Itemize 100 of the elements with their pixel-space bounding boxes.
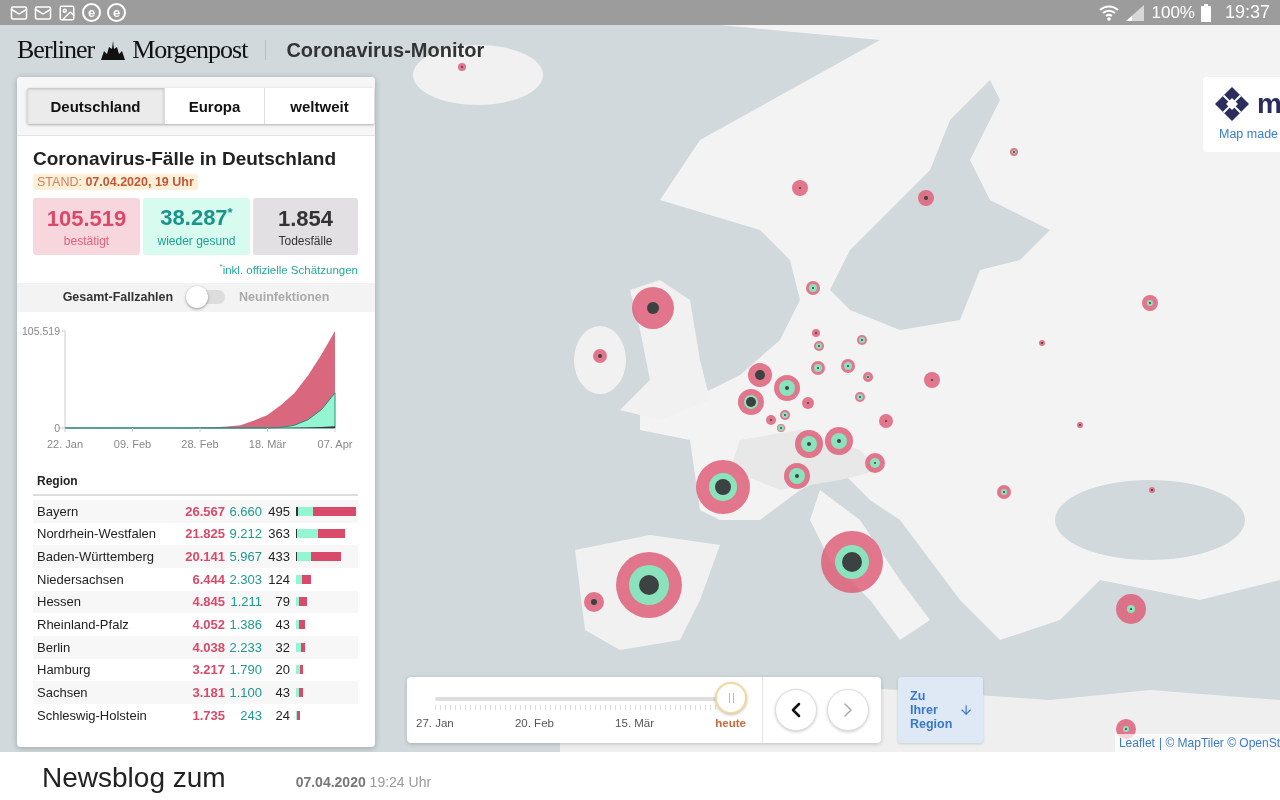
case-marker[interactable] xyxy=(802,397,814,409)
previous-button[interactable] xyxy=(775,689,817,731)
case-bar xyxy=(296,552,342,562)
table-cell-text: Baden-Württemberg xyxy=(36,549,156,565)
table-row[interactable]: Berlin 4.038 2.233 32 xyxy=(33,635,358,659)
axis-label: 18. Mär xyxy=(248,437,287,450)
page-title: Coronavirus-Monitor xyxy=(286,38,485,62)
table-cell-text: 43 xyxy=(274,617,290,633)
case-marker[interactable] xyxy=(814,341,824,351)
table-cell-text: Hessen xyxy=(36,594,83,610)
case-marker[interactable] xyxy=(792,180,808,196)
stat-label: wieder gesund xyxy=(157,233,236,248)
case-marker[interactable] xyxy=(780,410,790,420)
table-cell-text: Bayern xyxy=(36,503,80,519)
case-marker[interactable] xyxy=(1077,422,1083,428)
table-cell-text: 21.825 xyxy=(184,526,225,542)
date-label: 20. Feb xyxy=(514,717,554,729)
case-marker[interactable] xyxy=(918,190,934,206)
case-marker[interactable] xyxy=(1149,487,1155,493)
table-row[interactable]: Baden-Württemberg 20.141 5.967 433 xyxy=(33,545,358,568)
case-marker[interactable] xyxy=(1142,295,1158,311)
case-bar xyxy=(296,506,356,516)
table-cell-text: 5.967 xyxy=(228,549,262,565)
table-row[interactable]: Bayern 26.567 6.660 495 xyxy=(33,499,358,523)
table-cell-text: 363 xyxy=(267,526,290,542)
notification-badge: e xyxy=(82,3,101,22)
case-marker[interactable] xyxy=(784,463,810,489)
table-cell-text: Berlin xyxy=(36,639,72,655)
map-attribution: | © MapTiler © OpenSt xyxy=(1158,736,1280,750)
table-cell-text: 433 xyxy=(267,549,290,565)
toggle-label: Neuinfektionen xyxy=(239,290,330,305)
region-tab[interactable]: weltweit xyxy=(265,88,375,124)
axis-label: 0 xyxy=(54,421,60,434)
case-marker[interactable] xyxy=(777,424,785,432)
footnote: $^{*}$inkl. offizielle Schätzungen xyxy=(218,262,358,276)
table-cell-text: 79 xyxy=(274,594,290,610)
case-marker[interactable] xyxy=(774,375,800,401)
table-cell-text: 243 xyxy=(239,707,262,723)
case-marker[interactable] xyxy=(855,392,865,402)
case-marker[interactable] xyxy=(841,359,855,373)
table-cell-text: 4.052 xyxy=(191,617,225,633)
case-marker[interactable] xyxy=(766,415,776,425)
table-cell-text: 43 xyxy=(274,685,290,701)
table-cell-text: 20.141 xyxy=(184,549,225,565)
case-marker[interactable] xyxy=(924,372,940,388)
case-marker[interactable] xyxy=(811,361,825,375)
leaflet-link[interactable]: Leaflet xyxy=(1118,736,1155,750)
table-row[interactable]: Sachsen 3.181 1.100 43 xyxy=(33,681,358,704)
case-marker[interactable] xyxy=(863,372,873,382)
case-marker[interactable] xyxy=(865,453,885,473)
table-cell-text: Schleswig-Holstein xyxy=(36,707,148,723)
case-marker[interactable] xyxy=(593,349,607,363)
battery-level: 100% xyxy=(1151,2,1195,23)
case-marker[interactable] xyxy=(821,531,883,593)
case-bar xyxy=(296,574,311,584)
stat-label: Todesfälle xyxy=(278,233,333,248)
toggle-label: Gesamt-Fallzahlen xyxy=(62,290,174,305)
table-cell-text: 1.100 xyxy=(228,685,262,701)
case-marker[interactable] xyxy=(584,592,604,612)
panel-heading: Coronavirus-Fälle in Deutschland xyxy=(33,148,337,170)
battery-icon xyxy=(1200,3,1211,22)
region-tab[interactable]: Deutschland xyxy=(27,88,165,124)
case-marker[interactable] xyxy=(795,430,823,458)
case-marker[interactable] xyxy=(748,363,772,387)
case-marker[interactable] xyxy=(632,287,674,329)
case-bar xyxy=(296,688,304,698)
case-marker[interactable] xyxy=(825,427,853,455)
case-marker[interactable] xyxy=(997,485,1011,499)
case-bar xyxy=(296,597,307,607)
slider-handle[interactable] xyxy=(715,682,747,714)
case-marker[interactable] xyxy=(458,63,466,71)
table-cell-text: 32 xyxy=(274,639,290,655)
case-bar xyxy=(296,642,306,652)
newsblog-timestamp: 07.04.2020 19:24 Uhr xyxy=(295,774,432,792)
table-cell-text: 1.790 xyxy=(228,662,262,678)
table-cell-text: 4.038 xyxy=(191,639,225,655)
table-cell-text: 1.386 xyxy=(228,617,262,633)
case-marker[interactable] xyxy=(806,281,820,295)
case-marker[interactable] xyxy=(857,335,867,345)
stat-value: 1.854 xyxy=(277,205,334,232)
image-icon xyxy=(58,3,76,22)
maptiler-caption[interactable]: Map made xyxy=(1215,127,1280,141)
region-button[interactable]: Zu Ihrer Region xyxy=(898,677,983,743)
table-cell-text: Sachsen xyxy=(36,685,89,701)
table-cell-text: Niedersachsen xyxy=(36,571,125,587)
case-marker[interactable] xyxy=(812,329,820,337)
case-marker[interactable] xyxy=(879,414,893,428)
case-marker[interactable] xyxy=(616,552,682,618)
case-marker[interactable] xyxy=(696,460,750,514)
column-header: Region xyxy=(33,473,358,496)
stat-value: 38.287$^{*}$ xyxy=(160,205,233,232)
region-tab[interactable]: Europa xyxy=(165,88,265,124)
axis-label: 105.519 xyxy=(22,324,60,337)
case-marker[interactable] xyxy=(1116,594,1146,624)
case-marker[interactable] xyxy=(1010,148,1018,156)
table-row[interactable]: Hessen 4.845 1.211 79 xyxy=(33,590,358,614)
table-cell-text: 2.303 xyxy=(228,571,262,587)
case-marker[interactable] xyxy=(738,389,764,415)
case-marker[interactable] xyxy=(1039,340,1045,346)
case-bar xyxy=(296,665,304,675)
